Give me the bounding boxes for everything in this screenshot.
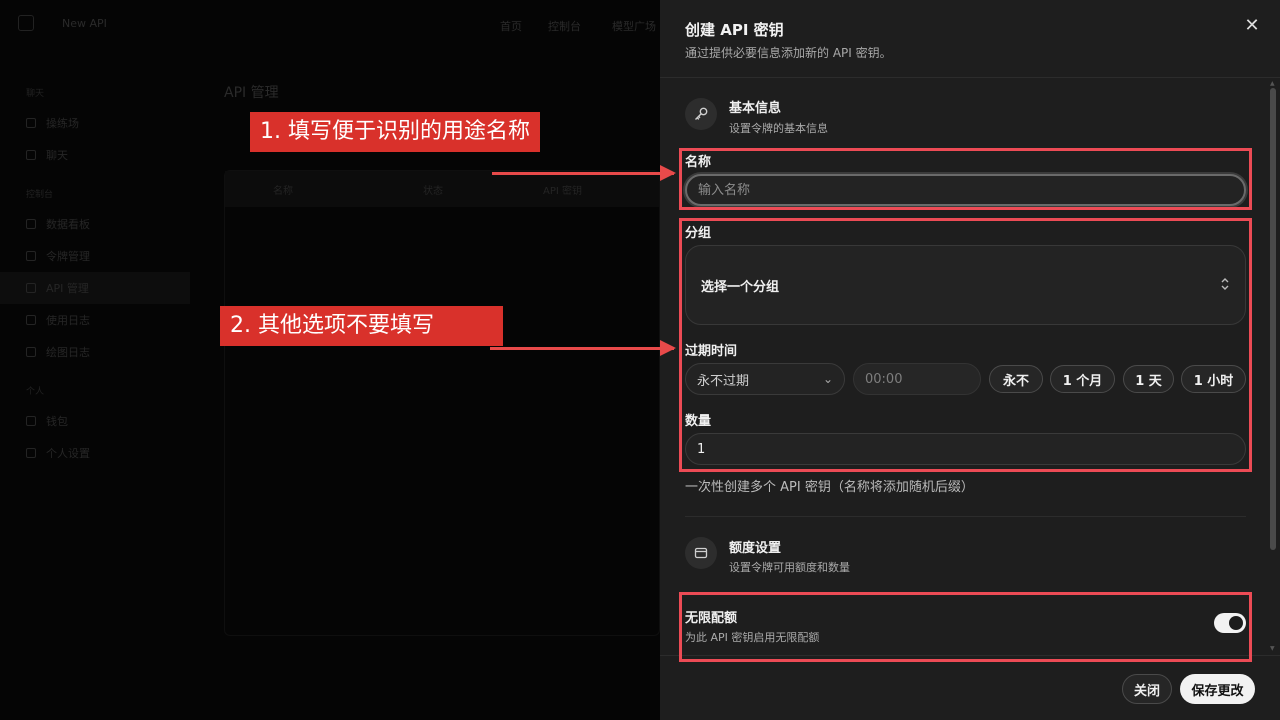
quantity-input[interactable] <box>685 433 1246 465</box>
expiry-dropdown-value: 永不过期 <box>697 373 750 389</box>
nav-models: 模型广场 <box>612 20 656 33</box>
playground-icon <box>26 118 36 128</box>
sidebar-item-label: API 管理 <box>46 282 89 295</box>
wallet-icon <box>685 537 717 569</box>
expiry-preset-month[interactable]: 1 个月 <box>1050 365 1115 393</box>
drawer-title: 创建 API 密钥 <box>685 21 784 39</box>
app-logo: New API <box>62 17 107 30</box>
table-header-cell: API 密钥 <box>543 185 582 197</box>
sidebar-item: 令牌管理 <box>0 240 190 272</box>
expiry-time-input[interactable]: 00:00 <box>853 363 981 395</box>
unlimited-quota-toggle[interactable] <box>1214 613 1246 633</box>
expiry-preset-day[interactable]: 1 天 <box>1123 365 1174 393</box>
chevron-down-icon: ⌄ <box>822 372 833 386</box>
expiry-label: 过期时间 <box>685 344 738 359</box>
unlimited-quota-label: 无限配额 <box>685 611 738 626</box>
background-table: 名称 状态 API 密钥 <box>224 170 660 636</box>
save-button[interactable]: 保存更改 <box>1180 674 1255 704</box>
menu-icon <box>18 15 34 31</box>
create-api-key-drawer: 创建 API 密钥 通过提供必要信息添加新的 API 密钥。 ✕ 基本信息 设置… <box>660 0 1280 720</box>
background-app: New API 首页 控制台 模型广场 聊天 操练场 聊天 控制台 数据看板 令… <box>0 0 660 720</box>
sidebar-section: 个人 <box>26 387 45 397</box>
sidebar-item-label: 聊天 <box>46 149 68 162</box>
key-icon <box>685 98 717 130</box>
sidebar-item-label: 令牌管理 <box>46 250 90 263</box>
annotation-callout-2: 2. 其他选项不要填写 <box>220 306 503 346</box>
quantity-label: 数量 <box>685 414 712 429</box>
group-select-placeholder: 选择一个分组 <box>701 279 780 295</box>
sidebar-item: 数据看板 <box>0 208 190 240</box>
table-header: 名称 状态 API 密钥 <box>225 171 659 207</box>
close-icon[interactable]: ✕ <box>1242 16 1262 36</box>
drawer-header: 创建 API 密钥 通过提供必要信息添加新的 API 密钥。 ✕ <box>660 0 1280 78</box>
sidebar-item-label: 使用日志 <box>46 314 90 327</box>
drawer-scrollbar[interactable] <box>1270 88 1276 550</box>
sidebar-item-label: 个人设置 <box>46 447 90 460</box>
basic-info-title: 基本信息 <box>729 101 782 116</box>
section-divider <box>685 516 1246 517</box>
annotation-callout-1: 1. 填写便于识别的用途名称 <box>250 112 540 152</box>
wallet-icon <box>26 416 36 426</box>
nav-home: 首页 <box>500 20 522 33</box>
key-icon <box>26 283 36 293</box>
close-button[interactable]: 关闭 <box>1122 674 1172 704</box>
drawer-subtitle: 通过提供必要信息添加新的 API 密钥。 <box>685 46 892 60</box>
group-select[interactable]: 选择一个分组 <box>685 245 1246 325</box>
sidebar-item: 个人设置 <box>0 437 190 469</box>
log-icon <box>26 315 36 325</box>
toggle-knob <box>1229 616 1243 630</box>
page-title: API 管理 <box>224 85 279 101</box>
image-icon <box>26 347 36 357</box>
sidebar-item-label: 绘图日志 <box>46 346 90 359</box>
name-label: 名称 <box>685 155 712 170</box>
sidebar-item: 聊天 <box>0 139 190 171</box>
sidebar-item-label: 操练场 <box>46 117 79 130</box>
sidebar-item: 钱包 <box>0 405 190 437</box>
annotation-arrow-2 <box>490 340 676 356</box>
expiry-preset-never[interactable]: 永不 <box>989 365 1043 393</box>
sidebar-item: API 管理 <box>0 272 190 304</box>
token-icon <box>26 251 36 261</box>
chevron-up-down-icon <box>1220 277 1230 294</box>
group-label: 分组 <box>685 226 712 241</box>
sidebar-item: 绘图日志 <box>0 336 190 368</box>
footer-divider <box>660 655 1280 656</box>
quantity-helper: 一次性创建多个 API 密钥（名称将添加随机后缀） <box>685 480 974 495</box>
expiry-time-placeholder: 00:00 <box>865 371 903 387</box>
sidebar-section: 控制台 <box>26 190 54 200</box>
background-sidebar: 聊天 操练场 聊天 控制台 数据看板 令牌管理 API 管理 使用日志 绘图日志… <box>0 70 190 469</box>
name-input[interactable] <box>685 174 1246 206</box>
annotation-arrow-1 <box>492 165 676 181</box>
sidebar-section: 聊天 <box>26 89 45 99</box>
dashboard-icon <box>26 219 36 229</box>
settings-icon <box>26 448 36 458</box>
sidebar-item-label: 数据看板 <box>46 218 90 231</box>
unlimited-quota-description: 为此 API 密钥启用无限配额 <box>685 631 820 644</box>
chat-icon <box>26 150 36 160</box>
scroll-up-icon[interactable]: ▲ <box>1270 80 1275 87</box>
quota-title: 额度设置 <box>729 541 782 556</box>
sidebar-item: 使用日志 <box>0 304 190 336</box>
expiry-dropdown[interactable]: 永不过期 ⌄ <box>685 363 845 395</box>
expiry-preset-hour[interactable]: 1 小时 <box>1181 365 1246 393</box>
background-topbar: New API 首页 控制台 模型广场 <box>0 0 660 50</box>
sidebar-item: 操练场 <box>0 107 190 139</box>
scroll-down-icon[interactable]: ▼ <box>1270 645 1275 652</box>
table-header-cell: 状态 <box>423 185 443 197</box>
nav-console: 控制台 <box>548 20 581 33</box>
quota-subtitle: 设置令牌可用额度和数量 <box>729 561 850 574</box>
table-header-cell: 名称 <box>273 185 293 197</box>
basic-info-subtitle: 设置令牌的基本信息 <box>729 122 828 135</box>
sidebar-item-label: 钱包 <box>46 415 68 428</box>
